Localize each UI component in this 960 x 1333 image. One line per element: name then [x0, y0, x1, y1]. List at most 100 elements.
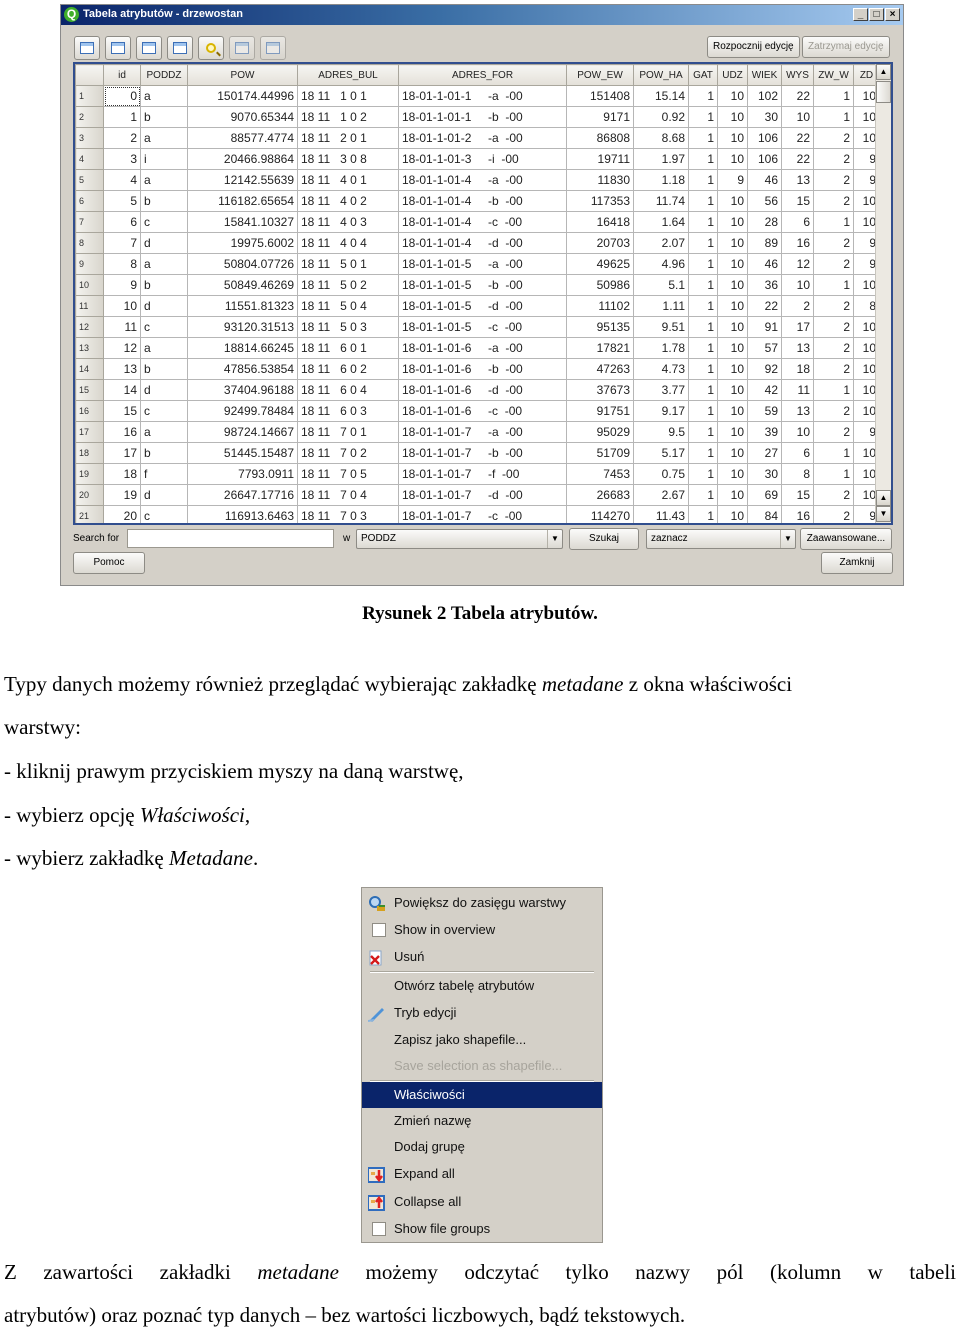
cell-id[interactable]: 5 — [103, 190, 141, 212]
cell-pow-ha[interactable]: 11.74 — [633, 190, 689, 212]
cell-pow-ha[interactable]: 4.96 — [633, 253, 689, 275]
cell-pow-ha[interactable]: 5.1 — [633, 274, 689, 296]
cell-adres-bul[interactable]: 18 11 5 0 3 — [297, 316, 399, 338]
cell-pow[interactable]: 98724.14667 — [187, 421, 298, 443]
menu-item-tryb-edycji[interactable]: Tryb edycji — [362, 1000, 602, 1026]
column-header-gat[interactable]: GAT — [688, 64, 718, 86]
cell-gat[interactable]: 1 — [688, 442, 718, 464]
cell-id[interactable]: 9 — [103, 274, 141, 296]
close-window-button[interactable]: × — [885, 8, 900, 21]
menu-item-usuń[interactable]: Usuń — [362, 944, 602, 970]
cell-pow[interactable]: 88577.4774 — [187, 127, 298, 149]
cell-pow-ew[interactable]: 47263 — [566, 358, 634, 380]
cell-pow-ha[interactable]: 4.73 — [633, 358, 689, 380]
column-header-pow-ew[interactable]: POW_EW — [566, 64, 634, 86]
cell-adres-for[interactable]: 18-01-1-01-6 -d -00 — [398, 379, 567, 401]
cell-id[interactable]: 4 — [103, 169, 141, 191]
vertical-scrollbar[interactable]: ▲ ▲ ▼ — [875, 64, 891, 523]
cell-zw-w[interactable]: 1 — [813, 379, 854, 401]
cell-pow-ew[interactable]: 20703 — [566, 232, 634, 254]
row-header[interactable]: 4 — [75, 148, 104, 170]
cell-pow[interactable]: 47856.53854 — [187, 358, 298, 380]
cell-adres-bul[interactable]: 18 11 7 0 3 — [297, 505, 399, 523]
cell-adres-bul[interactable]: 18 11 4 0 1 — [297, 169, 399, 191]
cell-wys[interactable]: 12 — [781, 253, 814, 275]
cell-udz[interactable]: 10 — [717, 484, 748, 506]
cell-pow-ew[interactable]: 50986 — [566, 274, 634, 296]
cell-id[interactable]: 18 — [103, 463, 141, 485]
cell-wiek[interactable]: 46 — [747, 169, 782, 191]
cell-udz[interactable]: 10 — [717, 274, 748, 296]
cell-wys[interactable]: 10 — [781, 274, 814, 296]
cell-wys[interactable]: 6 — [781, 211, 814, 233]
scroll-thumb[interactable] — [876, 81, 891, 103]
cell-udz[interactable]: 10 — [717, 127, 748, 149]
cell-adres-for[interactable]: 18-01-1-01-7 -b -00 — [398, 442, 567, 464]
cell-udz[interactable]: 10 — [717, 505, 748, 523]
cell-wys[interactable]: 11 — [781, 379, 814, 401]
cell-zw-w[interactable]: 1 — [813, 463, 854, 485]
maximize-button[interactable]: □ — [869, 8, 884, 21]
cell-wys[interactable]: 15 — [781, 484, 814, 506]
cell-gat[interactable]: 1 — [688, 127, 718, 149]
scroll-down-button[interactable]: ▼ — [876, 506, 891, 522]
row-header[interactable]: 17 — [75, 421, 104, 443]
cell-udz[interactable]: 10 — [717, 463, 748, 485]
cell-wys[interactable]: 17 — [781, 316, 814, 338]
cell-udz[interactable]: 10 — [717, 316, 748, 338]
cell-id[interactable]: 14 — [103, 379, 141, 401]
cell-id[interactable]: 15 — [103, 400, 141, 422]
cell-wiek[interactable]: 39 — [747, 421, 782, 443]
cell-gat[interactable]: 1 — [688, 295, 718, 317]
cell-pow-ha[interactable]: 2.07 — [633, 232, 689, 254]
cell-gat[interactable]: 1 — [688, 463, 718, 485]
cell-zw-w[interactable]: 1 — [813, 85, 854, 107]
cell-adres-for[interactable]: 18-01-1-01-5 -c -00 — [398, 316, 567, 338]
stop-editing-button[interactable]: Zatrzymaj edycję — [802, 36, 890, 58]
cell-poddz[interactable]: a — [140, 253, 188, 275]
cell-pow-ew[interactable]: 37673 — [566, 379, 634, 401]
cell-id[interactable]: 12 — [103, 337, 141, 359]
cell-pow-ew[interactable]: 19711 — [566, 148, 634, 170]
cell-adres-bul[interactable]: 18 11 5 0 2 — [297, 274, 399, 296]
cell-pow[interactable]: 15841.10327 — [187, 211, 298, 233]
cell-adres-for[interactable]: 18-01-1-01-1 -b -00 — [398, 106, 567, 128]
cell-pow[interactable]: 26647.17716 — [187, 484, 298, 506]
column-header-pow[interactable]: POW — [187, 64, 298, 86]
cell-pow[interactable]: 93120.31513 — [187, 316, 298, 338]
cell-pow-ew[interactable]: 11830 — [566, 169, 634, 191]
table-row[interactable]: 16 15 c 92499.78484 18 11 6 0 3 18-01-1-01-6 … — [75, 400, 887, 422]
selected-to-top-button[interactable] — [105, 36, 131, 60]
table-row[interactable]: 18 17 b 51445.15487 18 11 7 0 2 18-01-1-01-7 … — [75, 442, 887, 464]
cell-wys[interactable]: 22 — [781, 85, 814, 107]
minimize-button[interactable]: _ — [853, 8, 868, 21]
cell-adres-bul[interactable]: 18 11 4 0 3 — [297, 211, 399, 233]
cell-pow-ha[interactable]: 0.75 — [633, 463, 689, 485]
table-row[interactable]: 6 5 b 116182.65654 18 11 4 0 2 18-01-1-01-4 -… — [75, 190, 887, 212]
row-header[interactable]: 12 — [75, 316, 104, 338]
cell-pow-ha[interactable]: 1.97 — [633, 148, 689, 170]
cell-pow-ha[interactable]: 0.92 — [633, 106, 689, 128]
scroll-up-top-button[interactable]: ▲ — [876, 64, 891, 80]
row-header[interactable]: 7 — [75, 211, 104, 233]
cell-zw-w[interactable]: 2 — [813, 169, 854, 191]
cell-adres-bul[interactable]: 18 11 6 0 4 — [297, 379, 399, 401]
cell-adres-for[interactable]: 18-01-1-01-7 -f -00 — [398, 463, 567, 485]
table-row[interactable]: 2 1 b 9070.65344 18 11 1 0 2 18-01-1-01-1 -b … — [75, 106, 887, 128]
cell-pow[interactable]: 92499.78484 — [187, 400, 298, 422]
table-row[interactable]: 19 18 f 7793.0911 18 11 7 0 5 18-01-1-01-7 -f… — [75, 463, 887, 485]
cell-pow[interactable]: 18814.66245 — [187, 337, 298, 359]
table-row[interactable]: 7 6 c 15841.10327 18 11 4 0 3 18-01-1-01-4 -c… — [75, 211, 887, 233]
cell-adres-bul[interactable]: 18 11 7 0 2 — [297, 442, 399, 464]
cell-gat[interactable]: 1 — [688, 337, 718, 359]
cell-gat[interactable]: 1 — [688, 358, 718, 380]
cell-pow-ha[interactable]: 8.68 — [633, 127, 689, 149]
cell-wiek[interactable]: 57 — [747, 337, 782, 359]
new-column-button[interactable] — [229, 36, 255, 60]
cell-id[interactable]: 20 — [103, 505, 141, 523]
scroll-up-button[interactable]: ▲ — [876, 490, 891, 506]
cell-udz[interactable]: 10 — [717, 253, 748, 275]
column-header-zw-w[interactable]: ZW_W — [813, 64, 854, 86]
menu-item-expand-all[interactable]: Expand all — [362, 1161, 602, 1187]
cell-poddz[interactable]: f — [140, 463, 188, 485]
